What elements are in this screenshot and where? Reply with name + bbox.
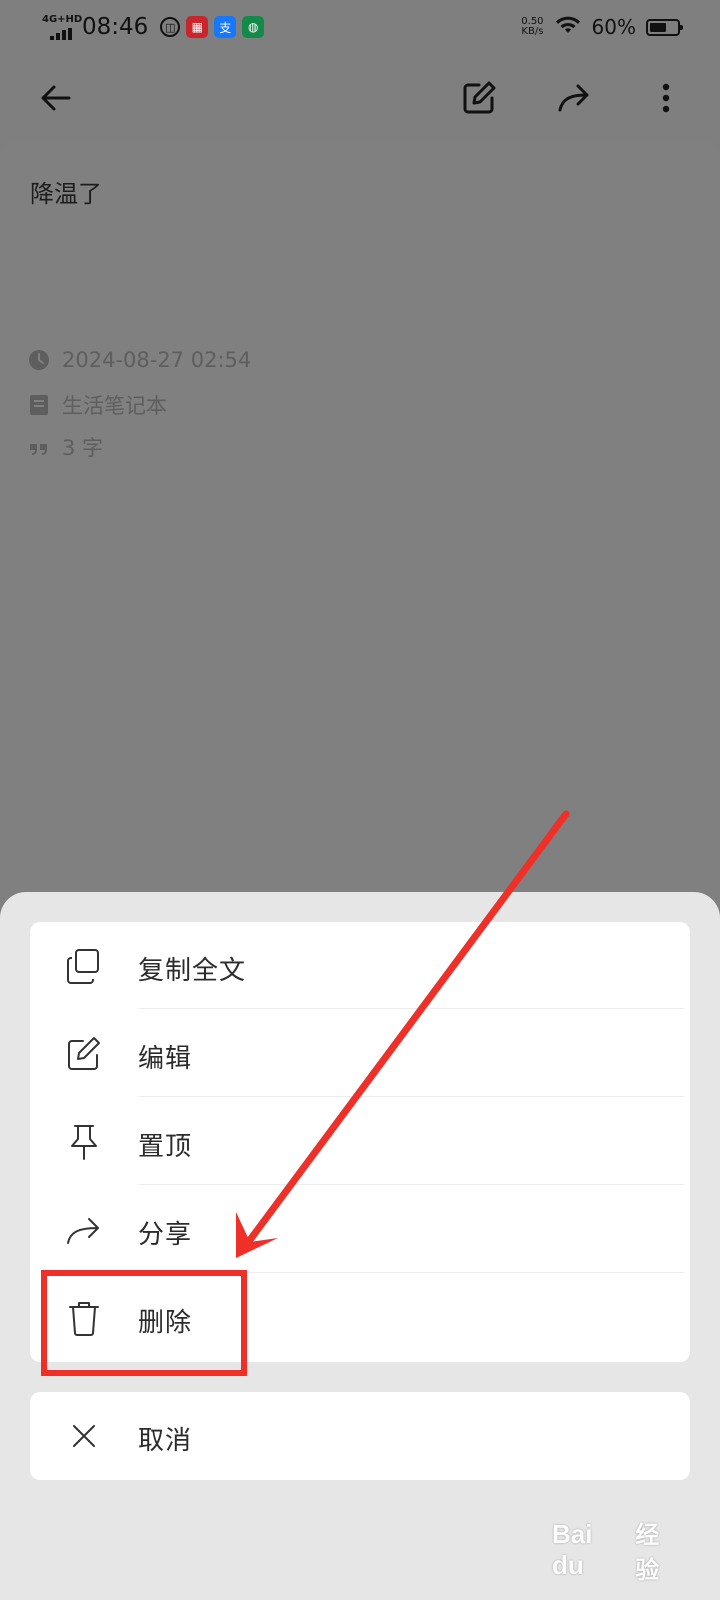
status-time: 08:46 xyxy=(82,14,149,40)
battery-percent: 60% xyxy=(591,15,636,39)
edit-button[interactable] xyxy=(453,72,505,124)
status-bar: 4G+HD 08:46 ◫ ▦ 支 ◍ 0.50 KB/s 60% xyxy=(0,0,720,56)
more-vertical-icon xyxy=(662,83,670,113)
cancel-button[interactable]: 取消 xyxy=(30,1392,690,1480)
baidu-logo: Bai du xyxy=(552,1519,593,1580)
back-button[interactable] xyxy=(30,72,82,124)
note-timestamp: 2024-08-27 02:54 xyxy=(62,348,252,372)
network-type: 4G+HD xyxy=(42,14,83,25)
note-word-count: 3 字 xyxy=(62,436,104,460)
cancel-row[interactable]: 取消 xyxy=(30,1392,690,1480)
clock-icon xyxy=(29,350,49,370)
menu-item-label: 编辑 xyxy=(138,1044,193,1074)
note-wordcount-row: 3 字 xyxy=(28,432,103,462)
copy-icon xyxy=(67,949,99,984)
battery-icon xyxy=(646,18,683,36)
menu-item-copy-all[interactable]: 复制全文 xyxy=(30,922,690,1010)
annotation-highlight-box xyxy=(41,1270,247,1376)
menu-item-label: 分享 xyxy=(138,1220,193,1250)
note-notebook: 生活笔记本 xyxy=(62,394,167,418)
green-app-icon: ◍ xyxy=(242,16,265,38)
note-title[interactable]: 降温了 xyxy=(30,174,102,209)
note-timestamp-row: 2024-08-27 02:54 xyxy=(28,348,251,372)
arrow-left-icon xyxy=(41,85,71,111)
cellular-signal-icon: 4G+HD xyxy=(40,12,82,42)
speed-unit: KB/s xyxy=(521,26,544,37)
red-app-icon: ▦ xyxy=(186,16,209,38)
menu-item-label: 置顶 xyxy=(138,1132,193,1162)
close-icon xyxy=(73,1425,95,1447)
unionpay-icon: ◫ xyxy=(160,17,181,37)
pin-icon xyxy=(71,1125,97,1160)
baidu-jingyan-watermark: Bai du 经验 xyxy=(552,1519,682,1584)
note-notebook-row: 生活笔记本 xyxy=(28,390,167,420)
note-header xyxy=(0,56,720,140)
edit-icon xyxy=(463,81,496,114)
notebook-icon xyxy=(30,395,48,415)
menu-item-share[interactable]: 分享 xyxy=(30,1186,690,1274)
share-icon xyxy=(558,84,589,112)
network-speed: 0.50 KB/s xyxy=(521,17,543,37)
watermark-text: 经验 xyxy=(635,1521,660,1584)
status-right: 0.50 KB/s 60% xyxy=(521,14,683,40)
cancel-label: 取消 xyxy=(138,1426,193,1456)
menu-item-label: 复制全文 xyxy=(138,956,247,986)
wifi-icon xyxy=(554,14,582,40)
divider xyxy=(138,1008,684,1009)
edit-icon xyxy=(68,1037,100,1070)
more-button[interactable] xyxy=(640,72,692,124)
quote-icon xyxy=(30,444,47,455)
divider xyxy=(138,1184,684,1185)
status-left: 4G+HD 08:46 ◫ ▦ 支 ◍ xyxy=(40,12,265,42)
divider xyxy=(138,1096,684,1097)
share-icon xyxy=(67,1218,99,1244)
menu-item-edit[interactable]: 编辑 xyxy=(30,1010,690,1098)
share-button[interactable] xyxy=(548,72,600,124)
notification-icons: ◫ ▦ 支 ◍ xyxy=(160,16,265,38)
menu-item-pin-top[interactable]: 置顶 xyxy=(30,1098,690,1186)
alipay-icon: 支 xyxy=(214,16,237,38)
